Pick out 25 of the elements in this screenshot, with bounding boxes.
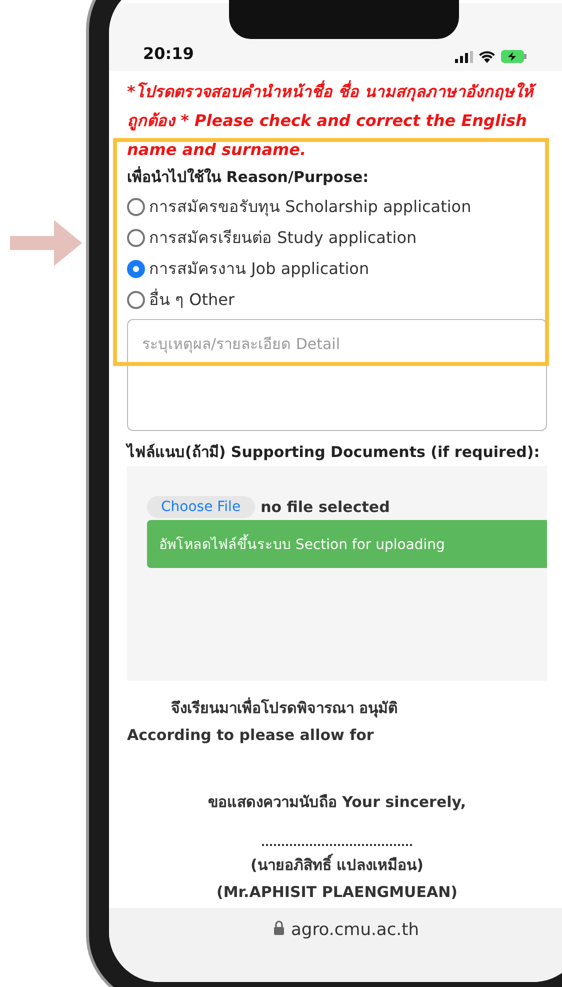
option-label[interactable]: การสมัครขอรับทุน Scholarship application bbox=[149, 191, 472, 222]
option-label[interactable]: การสมัครงาน Job application bbox=[149, 253, 370, 284]
arrow-icon bbox=[10, 220, 82, 266]
lock-icon bbox=[272, 920, 285, 936]
radio-button[interactable] bbox=[127, 198, 145, 216]
option-label[interactable]: อื่น ๆ Other bbox=[149, 284, 235, 315]
regards-text: ขอแสดงความนับถือ Your sincerely, bbox=[206, 792, 468, 813]
attachments-label: ไฟล์แนบ(ถ้ามี) Supporting Documents (if required): bbox=[127, 442, 541, 463]
radio-button[interactable] bbox=[127, 260, 145, 278]
wifi-icon bbox=[479, 50, 495, 62]
signer-name: (Mr.APHISIT PLAENGMUEAN) bbox=[216, 882, 458, 903]
battery-icon bbox=[501, 50, 527, 63]
notice-text: *โปรดตรวจสอบคำนำหน้าชื่อ ชื่อ นามสกุลภาษาอังกฤษให้ถูกต้อง * Please check and correct the English name and surname. bbox=[127, 77, 547, 164]
purpose-label: เพื่อนำไปใช้ใน Reason/Purpose: bbox=[127, 165, 370, 188]
file-status: no file selected bbox=[260, 498, 390, 516]
option-label[interactable]: การสมัครเรียนต่อ Study application bbox=[149, 222, 417, 253]
signer-name: (นายอภิสิทธิ์ แปลงเหมือน) bbox=[127, 852, 547, 879]
radio-button[interactable] bbox=[127, 290, 145, 308]
request-text: จึงเรียนมาเพื่อโปรดพิจารณา อนุมัติ bbox=[170, 696, 400, 720]
detail-field[interactable]: ระบุเหตุผล/รายละเอียด Detail bbox=[127, 319, 547, 431]
status-time: 20:19 bbox=[143, 44, 194, 63]
url-text: agro.cmu.ac.th bbox=[290, 920, 420, 942]
radio-button[interactable] bbox=[127, 228, 145, 246]
signal-icon bbox=[455, 50, 473, 62]
request-text: According to please allow for bbox=[127, 725, 375, 746]
